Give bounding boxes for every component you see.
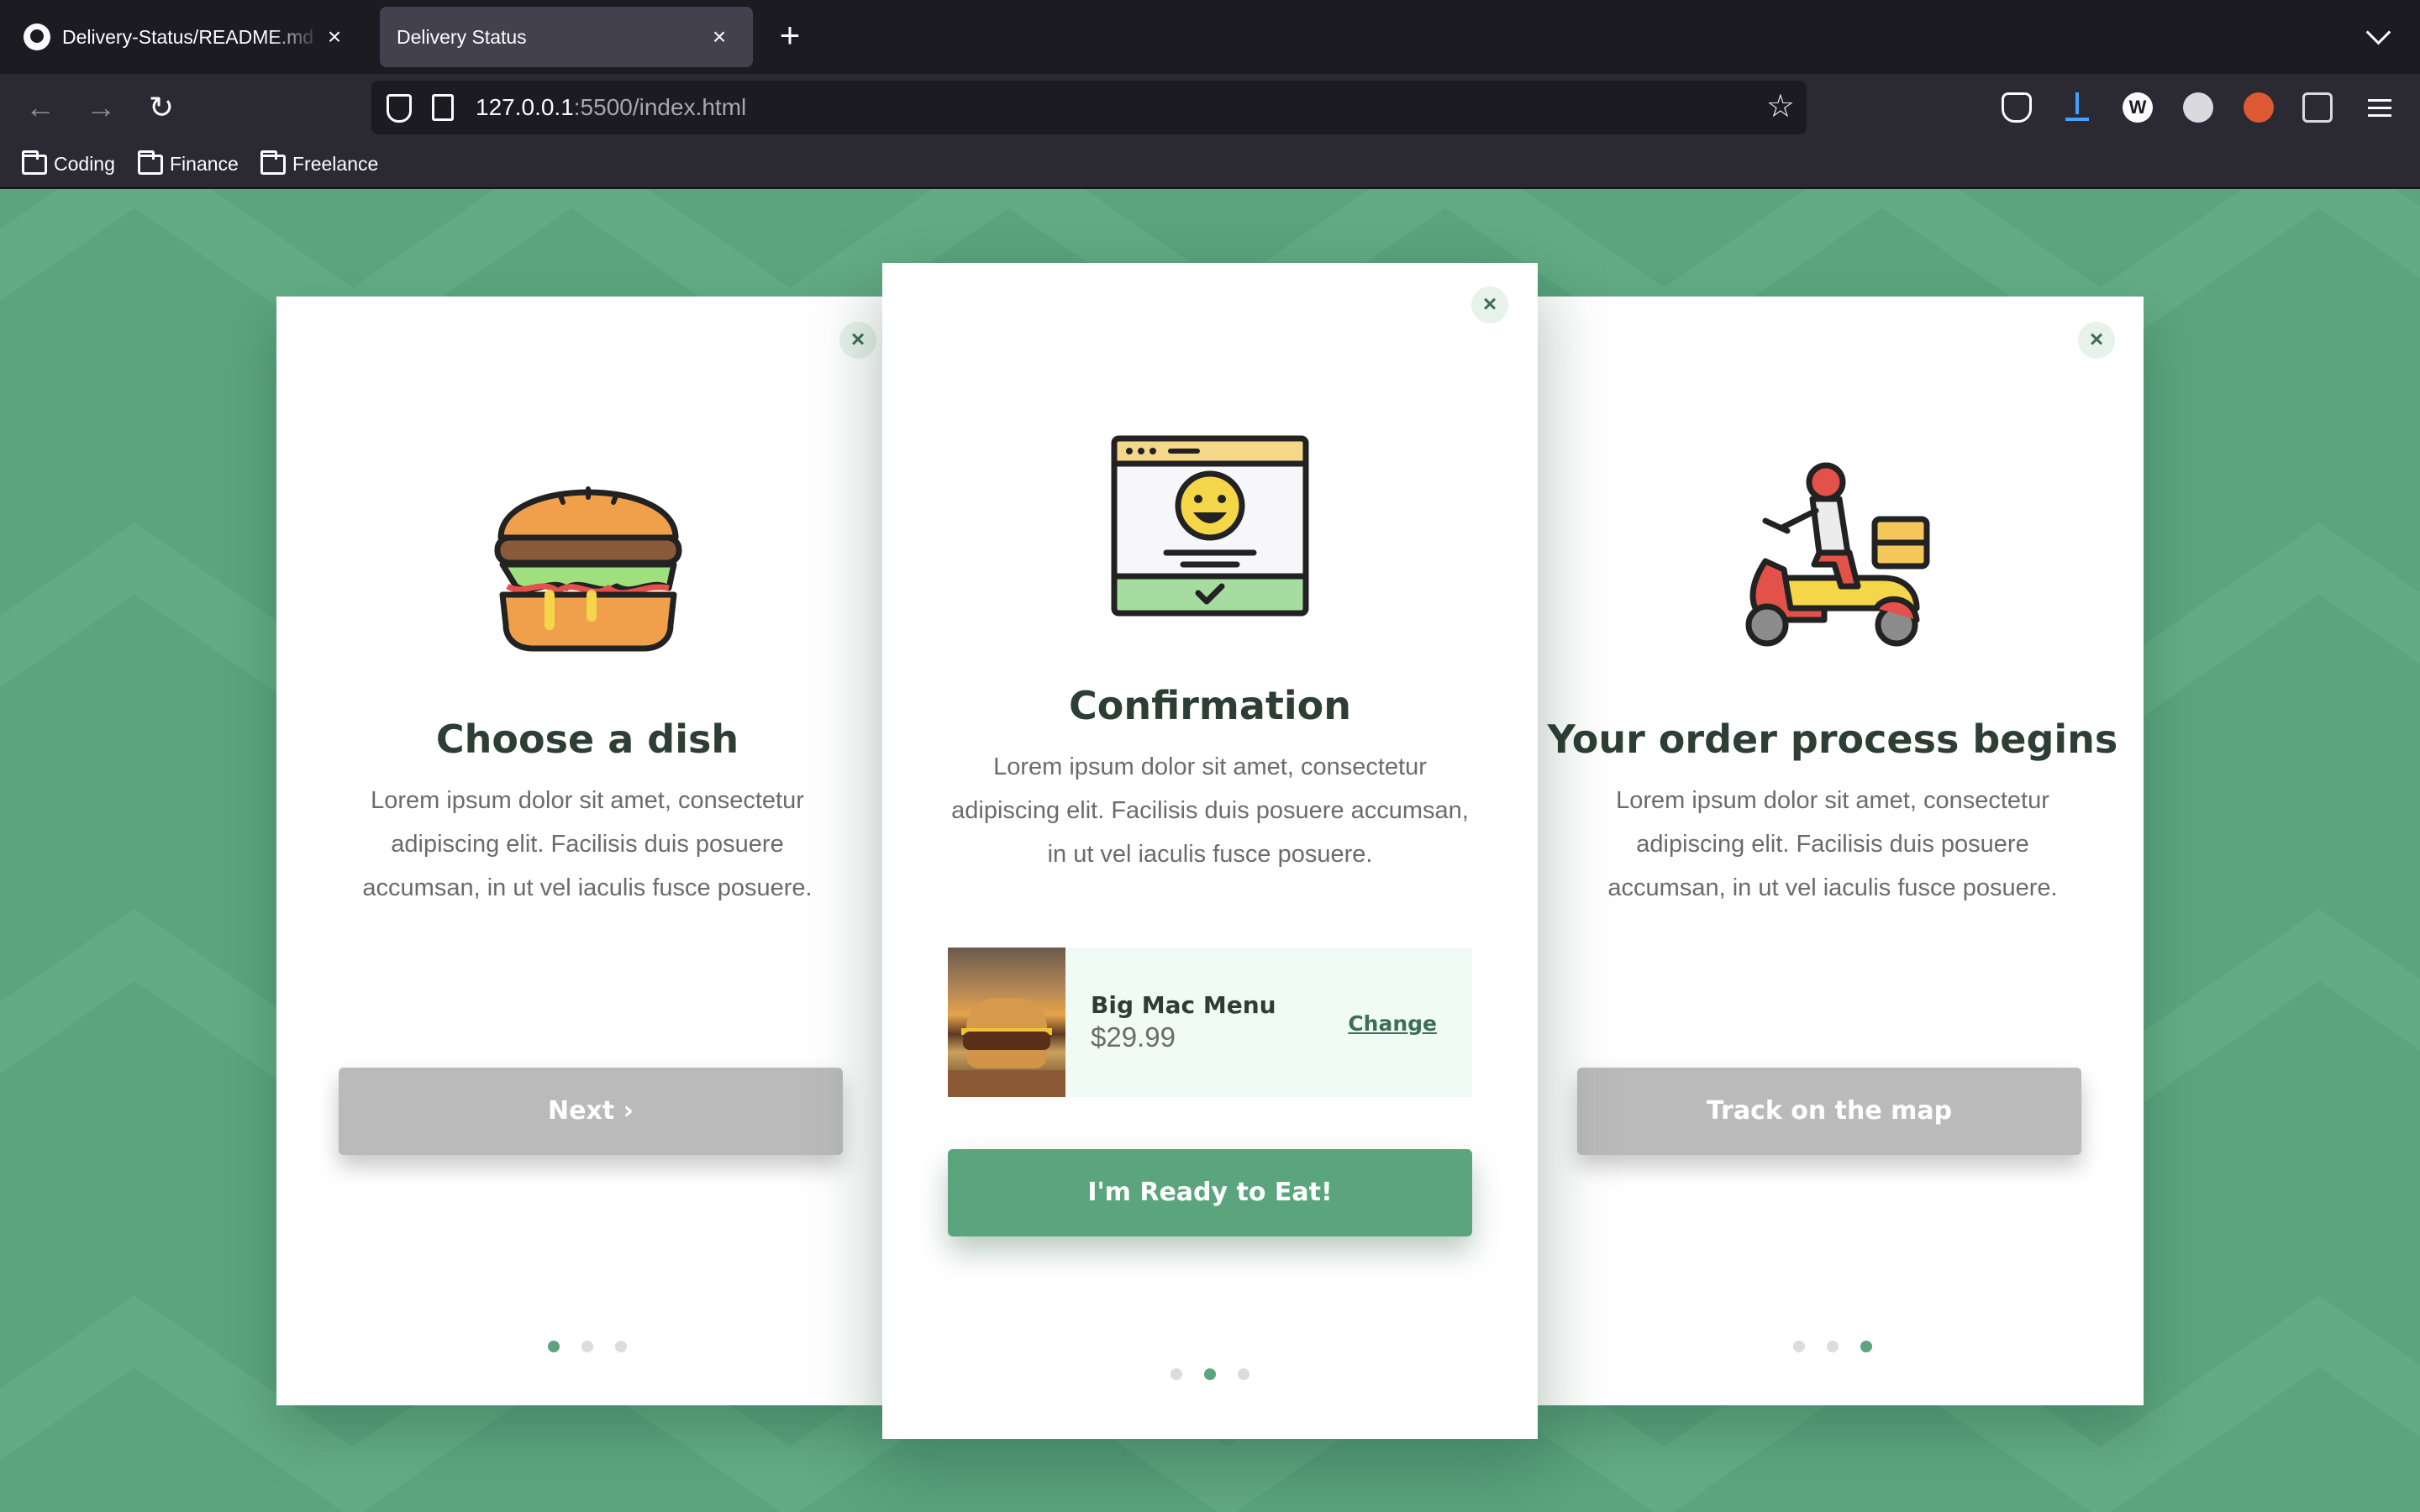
url-text[interactable]: 127.0.0.1:5500/index.html [476,94,746,121]
bookmark-freelance[interactable]: Freelance [260,150,379,176]
star-icon[interactable]: ☆ [1766,87,1795,125]
order-price: $29.99 [1091,1021,1176,1053]
step-dot-active[interactable] [1860,1341,1872,1352]
card-title: Confirmation [1069,683,1351,728]
track-on-map-button[interactable]: Track on the map [1577,1068,2081,1155]
close-tab-icon[interactable]: × [321,24,348,50]
card-choose-dish: × Choose a dish Lorem ipsum dolor sit am… [276,297,898,1405]
tab-bar: Delivery-Status/README.md at main × Deli… [0,0,2420,74]
close-card-button[interactable]: × [839,322,876,359]
step-dot-active[interactable] [1204,1368,1216,1380]
step-dot[interactable] [1827,1341,1839,1352]
step-dot[interactable] [1238,1368,1249,1380]
url-bar[interactable]: 127.0.0.1:5500/index.html ☆ [371,81,1807,134]
burger-icon [494,486,682,652]
menu-icon[interactable] [2365,92,2395,123]
change-order-link[interactable]: Change [1348,1011,1437,1036]
confirmation-window-icon [1111,435,1309,617]
close-tab-icon[interactable]: × [706,24,733,50]
url-path: :5500/index.html [573,94,747,120]
github-icon [24,24,50,50]
download-icon[interactable] [2062,92,2092,123]
order-summary: Big Mac Menu $29.99 Change [948,948,1472,1097]
step-dot[interactable] [581,1341,593,1352]
card-title: Your order process begins [1547,717,2118,762]
reader-icon[interactable] [2302,92,2333,123]
folder-icon [260,150,286,175]
reload-icon[interactable]: ↻ [141,87,182,128]
page-content: × Choose a dish Lorem ipsum dolor sit am… [0,189,2420,1512]
wikipedia-icon[interactable]: W [2123,92,2153,123]
close-card-button[interactable]: × [2078,322,2115,359]
folder-icon [22,150,47,175]
bookmark-coding[interactable]: Coding [22,150,115,176]
burger-bun-top [966,998,1047,1032]
page-icon[interactable] [432,94,454,121]
wooden-board [948,1070,1065,1097]
pocket-icon[interactable] [2002,92,2032,123]
tab-title: Delivery-Status/README.md at main [62,25,321,48]
card-description: Lorem ipsum dolor sit amet, consectetur … [362,787,813,901]
burger-photo [948,948,1065,1097]
folder-icon [138,150,163,175]
ready-to-eat-button[interactable]: I'm Ready to Eat! [948,1149,1472,1236]
bookmark-finance[interactable]: Finance [138,150,239,176]
step-dot[interactable] [1793,1341,1805,1352]
bookmark-label: Freelance [292,153,379,175]
next-button[interactable]: Next › [339,1068,843,1155]
step-dot[interactable] [615,1341,627,1352]
step-indicator [882,1368,1538,1380]
duckduckgo-icon[interactable] [2244,92,2274,123]
new-tab-button[interactable]: + [770,17,810,57]
step-indicator [1522,1341,2144,1352]
nav-bar: ← → ↻ 127.0.0.1:5500/index.html ☆ W [0,74,2420,141]
bookmarks-bar: Coding Finance Freelance [0,141,2420,188]
close-card-button[interactable]: × [1471,286,1508,323]
order-name: Big Mac Menu [1091,991,1276,1019]
shield-icon[interactable] [387,94,412,123]
burger-patty [963,1032,1050,1050]
back-icon[interactable]: ← [20,87,60,128]
delivery-scooter-icon [1745,462,1930,647]
tab-delivery-status[interactable]: Delivery Status × [380,7,753,67]
forward-icon[interactable]: → [81,87,121,128]
card-confirmation: × Confirmation Lorem ipsum dolor sit ame… [882,263,1538,1439]
bookmark-label: Finance [170,153,239,175]
step-dot-active[interactable] [548,1341,560,1352]
bookmark-label: Coding [54,153,115,175]
card-description: Lorem ipsum dolor sit amet, consectetur … [1607,787,2058,901]
tab-readme[interactable]: Delivery-Status/README.md at main × [7,7,368,67]
extension-icon[interactable] [2183,92,2213,123]
card-order-process: × Your order process begins Lorem ipsum … [1522,297,2144,1405]
card-title: Choose a dish [435,717,739,762]
step-dot[interactable] [1171,1368,1182,1380]
tab-title: Delivery Status [397,25,527,48]
step-indicator [276,1341,898,1352]
card-description: Lorem ipsum dolor sit amet, consectetur … [951,753,1469,868]
burger-bun-bottom [966,1050,1047,1068]
url-host: 127.0.0.1 [476,94,574,120]
list-all-tabs-icon[interactable] [2361,18,2395,52]
